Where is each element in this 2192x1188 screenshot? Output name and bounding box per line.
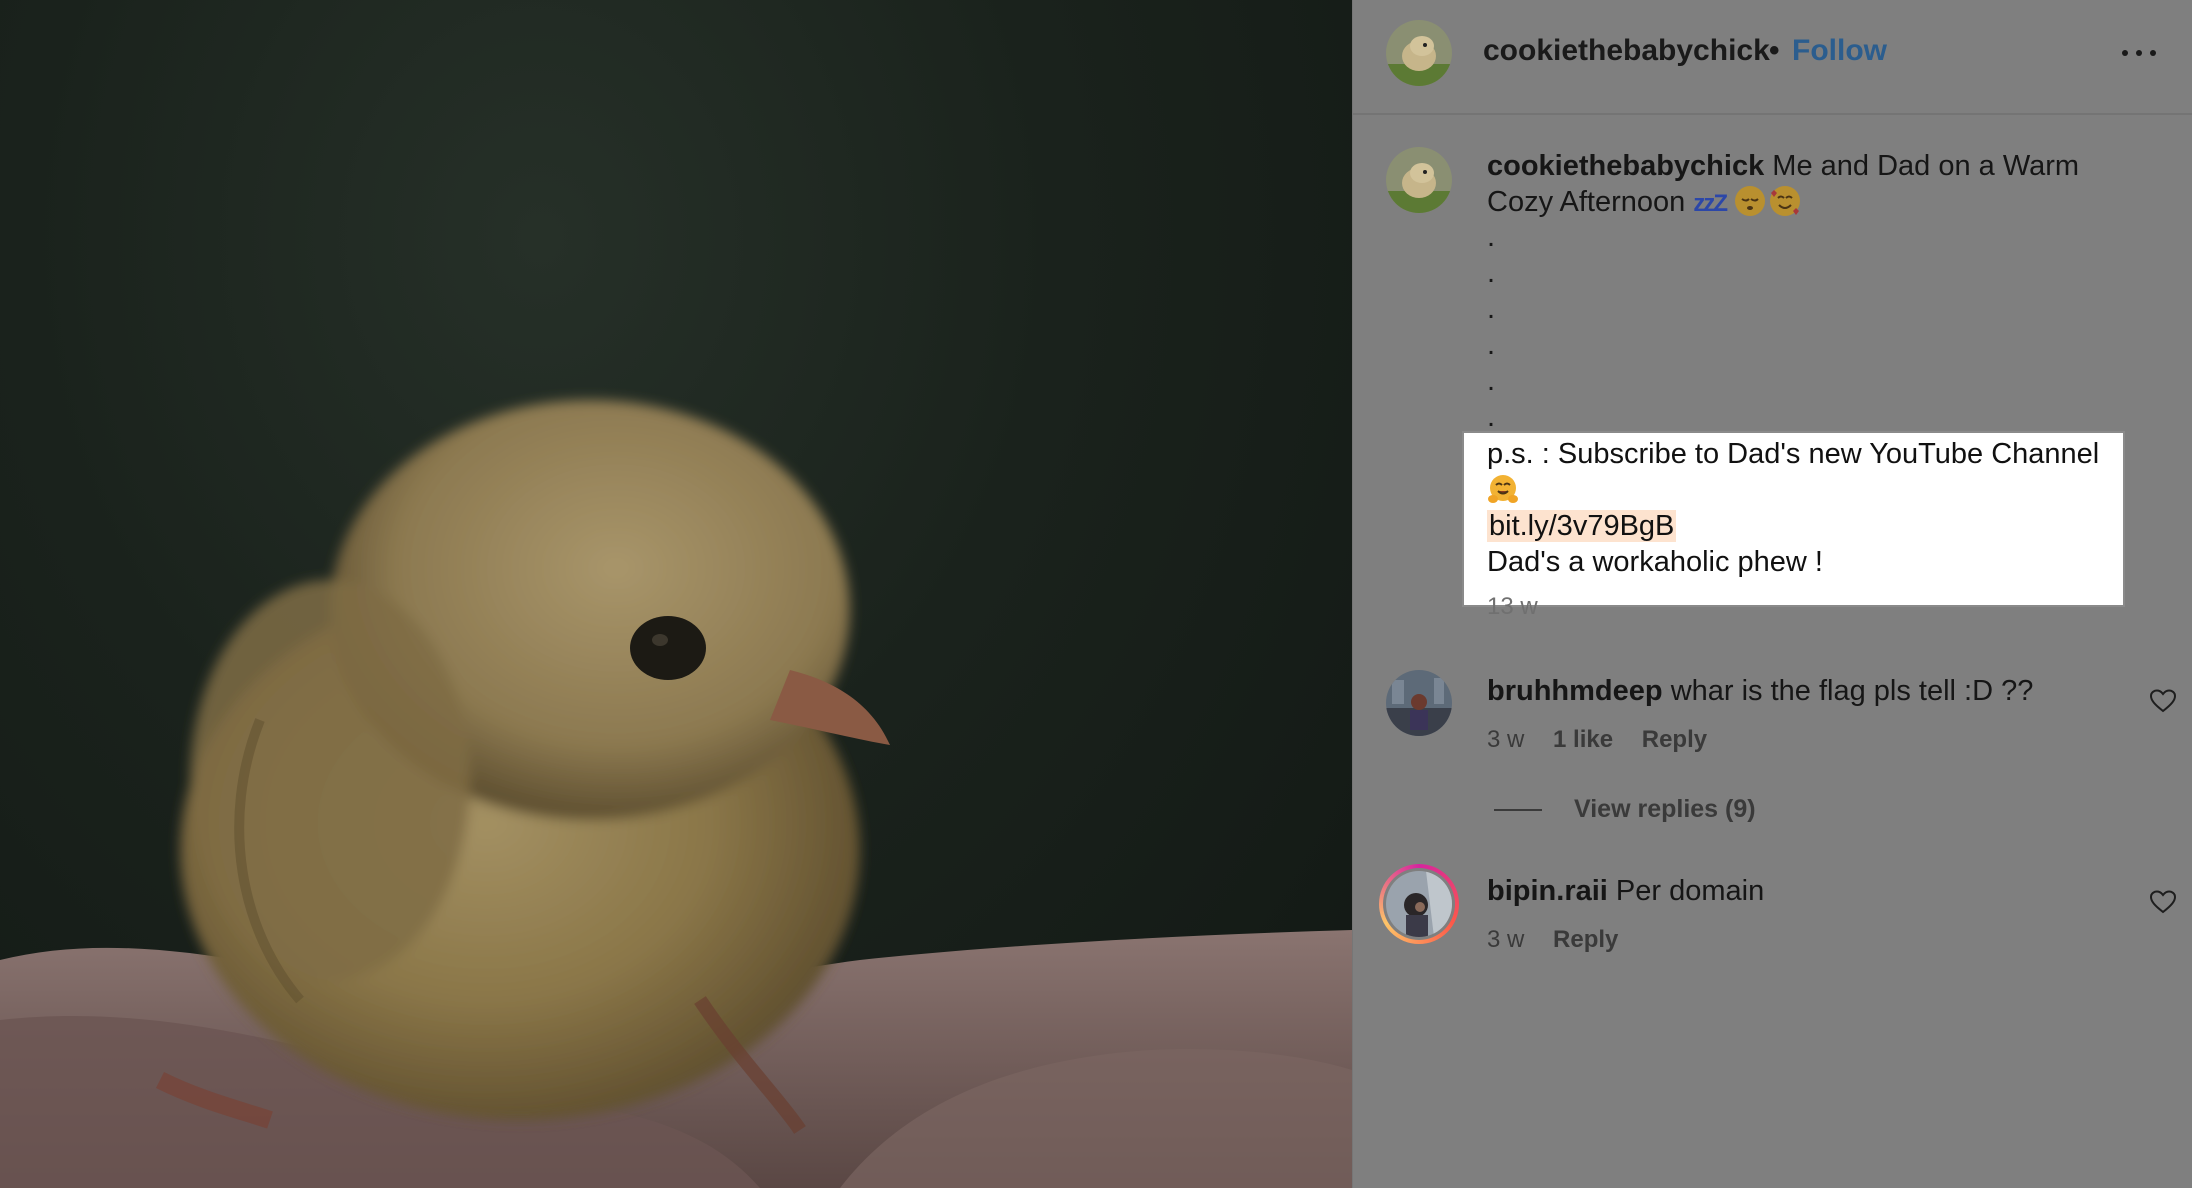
view-replies-button[interactable]: View replies (9)	[1494, 795, 1756, 824]
replies-divider-line	[1494, 809, 1542, 812]
post-viewer: cookiethebabychick • Follow cookiethebab…	[0, 0, 2192, 1188]
post-header: cookiethebabychick • Follow	[1353, 0, 2192, 115]
caption-dot: .	[1487, 329, 1496, 361]
caption-dot: .	[1487, 293, 1496, 325]
hugging-face-emoji-icon	[1488, 475, 1518, 503]
comment-username[interactable]: bipin.raii	[1487, 875, 1608, 907]
reply-button[interactable]: Reply	[1642, 726, 1707, 753]
comment-avatar-bipin-raii[interactable]	[1386, 871, 1452, 937]
heart-icon[interactable]	[2150, 689, 2176, 713]
follow-button[interactable]: Follow	[1792, 34, 1887, 68]
workaholic-line: Dad's a workaholic phew !	[1487, 546, 1823, 578]
comments-panel: cookiethebabychick • Follow cookiethebab…	[1352, 0, 2192, 1188]
caption-dot-lines: . . . . . .	[1487, 222, 2147, 438]
post-caption: cookiethebabychick Me and Dad on a Warm …	[1487, 148, 2147, 438]
ps-line: p.s. : Subscribe to Dad's new YouTube Ch…	[1487, 438, 2100, 470]
comment-text: Per domain	[1615, 875, 1765, 907]
smiling-face-with-hearts-emoji-icon	[1770, 186, 1801, 216]
comment-meta: 3 w Reply	[1487, 926, 1640, 954]
comment-likes[interactable]: 1 like	[1553, 726, 1613, 753]
hug-emoji-line	[1487, 472, 2127, 508]
user-avatar-icon	[1386, 670, 1452, 736]
heart-icon[interactable]	[2150, 890, 2176, 914]
header-separator: •	[1769, 34, 1780, 67]
caption-author-avatar[interactable]	[1386, 147, 1452, 213]
comment-avatar-bruhhmdeep[interactable]	[1386, 670, 1452, 736]
chick-photo-illustration	[0, 400, 1352, 1188]
caption-time[interactable]: 13 w	[1487, 593, 1538, 621]
comment-text: whar is the flag pls tell :D ??	[1670, 675, 2034, 707]
comment-meta: 3 w 1 like Reply	[1487, 726, 1729, 754]
more-options-icon[interactable]	[2118, 26, 2168, 56]
chick-avatar-icon	[1386, 147, 1452, 213]
comment-bruhhmdeep: bruhhmdeep whar is the flag pls tell :D …	[1487, 675, 2033, 708]
comment-bipin-raii: bipin.raii Per domain	[1487, 875, 1764, 908]
comment-time[interactable]: 3 w	[1487, 926, 1524, 953]
reply-button[interactable]: Reply	[1553, 926, 1618, 953]
caption-dot: .	[1487, 257, 1496, 289]
user-avatar-icon	[1386, 871, 1452, 937]
sleeping-face-emoji-icon	[1735, 186, 1766, 216]
caption-username[interactable]: cookiethebabychick	[1487, 150, 1764, 182]
zz-emoji: zzZ	[1693, 190, 1728, 217]
caption-dot: .	[1487, 221, 1496, 253]
post-photo[interactable]	[0, 0, 1352, 1188]
author-username[interactable]: cookiethebabychick	[1483, 34, 1770, 68]
comment-time[interactable]: 3 w	[1487, 726, 1524, 753]
chick-avatar-icon	[1386, 20, 1452, 86]
author-avatar[interactable]	[1386, 20, 1452, 86]
caption-dot: .	[1487, 365, 1496, 397]
youtube-link[interactable]: bit.ly/3v79BgB	[1487, 510, 1677, 542]
caption-highlighted-text: p.s. : Subscribe to Dad's new YouTube Ch…	[1487, 436, 2127, 580]
comment-username[interactable]: bruhhmdeep	[1487, 675, 1663, 707]
